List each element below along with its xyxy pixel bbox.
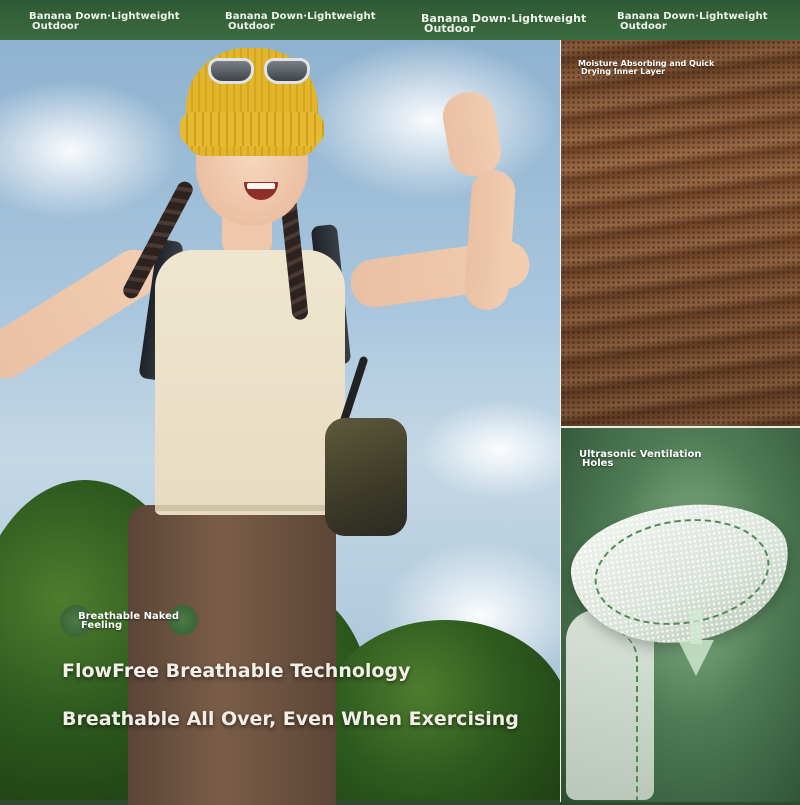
brand-tag-line2: Outdoor bbox=[32, 21, 79, 32]
brand-tag: Banana Down·Lightweight Outdoor bbox=[421, 13, 621, 35]
fabric-label: Moisture Absorbing and Quick Drying Inne… bbox=[578, 60, 714, 76]
feature-label-line2: Feeling bbox=[81, 620, 123, 631]
lens-right bbox=[264, 58, 310, 84]
feature-label-breathable: Breathable Naked Feeling bbox=[78, 612, 179, 631]
leggings bbox=[128, 505, 336, 805]
top-banner: Banana Down·Lightweight Outdoor Banana D… bbox=[0, 0, 800, 40]
tank-hem bbox=[155, 505, 335, 511]
headline-technology: FlowFree Breathable Technology bbox=[62, 660, 411, 682]
brand-tag: Banana Down·Lightweight Outdoor bbox=[225, 12, 425, 32]
vent-label-line2: Holes bbox=[582, 458, 614, 469]
brand-tag-line2: Outdoor bbox=[228, 21, 275, 32]
brand-tag: Banana Down·Lightweight Outdoor bbox=[617, 12, 800, 32]
fabric-shade bbox=[561, 40, 800, 426]
fabric-closeup-panel: Moisture Absorbing and Quick Drying Inne… bbox=[560, 40, 800, 426]
lens-left bbox=[208, 58, 254, 84]
sunglasses-icon bbox=[202, 58, 312, 86]
headline-subtitle: Breathable All Over, Even When Exercisin… bbox=[62, 708, 519, 730]
brand-tag-line2: Outdoor bbox=[424, 22, 476, 35]
cloud bbox=[300, 40, 560, 200]
beanie-cuff-front bbox=[180, 112, 324, 146]
fabric-label-line2: Drying Inner Layer bbox=[581, 67, 666, 76]
vent-label: Ultrasonic Ventilation Holes bbox=[579, 450, 701, 469]
cloud bbox=[0, 80, 180, 220]
pad-stitch bbox=[580, 630, 638, 800]
teeth bbox=[247, 183, 275, 189]
waist-bag bbox=[325, 418, 407, 536]
brand-tag-line2: Outdoor bbox=[620, 21, 667, 32]
airflow-arrow-stem bbox=[690, 610, 702, 644]
tank-top bbox=[155, 250, 345, 515]
brand-tag: Banana Down·Lightweight Outdoor bbox=[29, 12, 229, 32]
airflow-arrow-icon bbox=[678, 640, 714, 676]
cloud bbox=[420, 400, 560, 500]
